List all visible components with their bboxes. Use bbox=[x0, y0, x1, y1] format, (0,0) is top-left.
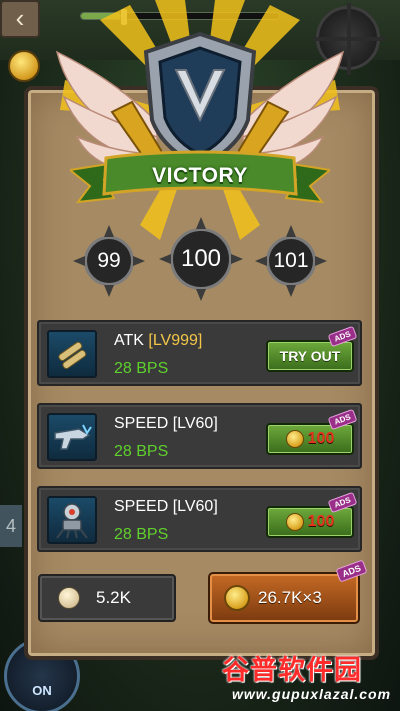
price-label: 100 bbox=[307, 430, 335, 447]
buy-button[interactable]: 100 ADS bbox=[266, 408, 358, 455]
gold-coin-icon bbox=[224, 585, 250, 611]
coin-icon bbox=[8, 50, 40, 82]
try-out-button[interactable]: TRY OUT ADS bbox=[266, 325, 358, 372]
ads-badge: ADS bbox=[327, 408, 358, 431]
ads-badge: ADS bbox=[327, 491, 358, 514]
reward-level-tag: [LV999] bbox=[148, 332, 203, 349]
watermark-url: www.gupuxlazal.com bbox=[232, 686, 392, 702]
silver-coin-icon bbox=[58, 587, 80, 609]
reward-name-text: ATK bbox=[114, 332, 149, 349]
collect-multiplied-button[interactable]: 26.7K×3 ADS bbox=[208, 559, 368, 624]
reward-row-atk: ATK [LV999] 28 BPS TRY OUT ADS bbox=[37, 320, 362, 386]
collect-multiplied-amount: 26.7K×3 bbox=[258, 588, 322, 607]
reward-name: SPEED [LV60] bbox=[114, 498, 218, 515]
ads-badge: ADS bbox=[327, 325, 358, 348]
reward-name: ATK [LV999] bbox=[114, 332, 202, 350]
reward-row-speed-robot: SPEED [LV60] 28 BPS 100 ADS bbox=[37, 486, 362, 552]
toggle-label: ON bbox=[32, 683, 52, 698]
collect-amount: 5.2K bbox=[96, 588, 131, 607]
reward-name: SPEED [LV60] bbox=[114, 415, 218, 432]
level-previous-value: 99 bbox=[97, 249, 121, 272]
try-out-label: TRY OUT bbox=[279, 348, 341, 364]
coin-icon bbox=[285, 513, 304, 531]
buy-button[interactable]: 100 ADS bbox=[266, 491, 358, 538]
gun-icon bbox=[47, 413, 97, 461]
level-previous: 99 bbox=[73, 225, 145, 297]
shield-emblem-icon bbox=[143, 31, 257, 169]
level-next-value: 101 bbox=[273, 249, 309, 272]
reward-row-speed-gun: SPEED [LV60] 28 BPS 100 ADS bbox=[37, 403, 362, 469]
level-current-value: 100 bbox=[180, 245, 222, 272]
reward-bps: 28 BPS bbox=[114, 526, 169, 543]
level-next: 101 bbox=[255, 225, 327, 297]
robot-icon bbox=[47, 496, 97, 544]
left-side-tab[interactable]: 4 bbox=[0, 505, 22, 547]
bullets-icon bbox=[47, 330, 97, 378]
level-current: 100 bbox=[159, 217, 243, 301]
victory-title: VICTORY bbox=[152, 164, 248, 187]
watermark-title: 谷普软件园 bbox=[222, 655, 362, 686]
collect-button[interactable]: 5.2K bbox=[38, 574, 176, 622]
coin-icon bbox=[285, 430, 304, 448]
price-label: 100 bbox=[307, 513, 335, 530]
chevron-left-icon: ‹ bbox=[15, 3, 25, 33]
reward-bps: 28 BPS bbox=[114, 360, 169, 377]
back-button[interactable]: ‹ bbox=[0, 0, 40, 38]
reward-bps: 28 BPS bbox=[114, 443, 169, 460]
